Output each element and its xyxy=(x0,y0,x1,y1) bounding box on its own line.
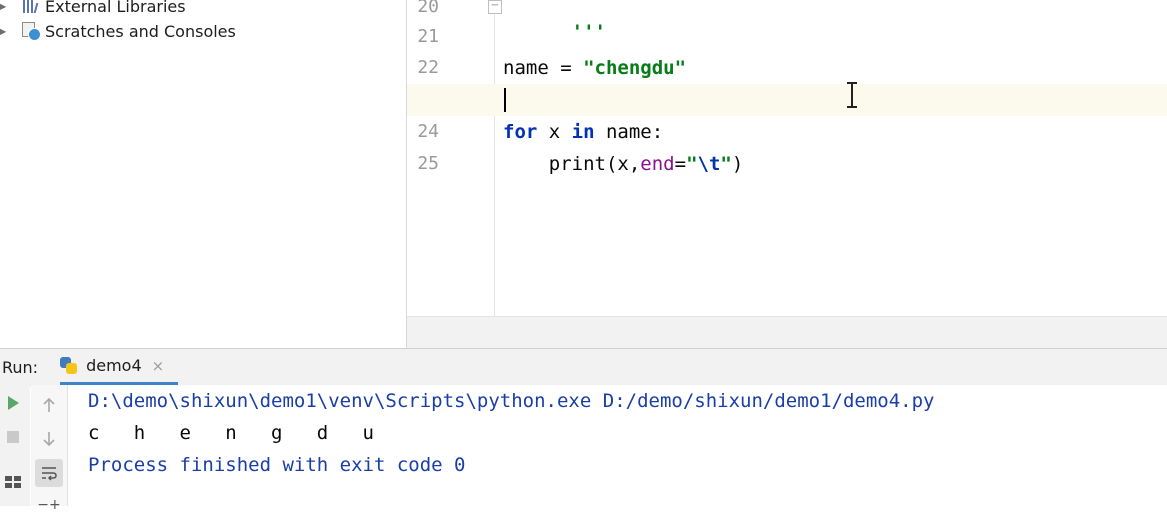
code-token: \t xyxy=(697,153,721,175)
run-toolbar xyxy=(0,385,30,506)
line-number: 25 xyxy=(417,153,439,174)
layout-icon xyxy=(5,476,21,488)
soft-wrap-icon xyxy=(42,467,57,481)
code-token: name xyxy=(503,57,549,79)
plus-icon: −+ xyxy=(37,497,61,513)
code-token: "chengdu" xyxy=(583,57,687,79)
stop-icon xyxy=(7,431,19,443)
console-exit-line: Process finished with exit code 0 xyxy=(88,454,466,476)
code-line-25: print(x,end="\t") xyxy=(503,148,744,180)
arrow-down-icon xyxy=(43,432,55,447)
line-number: 21 xyxy=(417,26,439,47)
tree-item-label: External Libraries xyxy=(45,0,186,16)
close-icon[interactable]: × xyxy=(152,357,165,375)
run-label: Run: xyxy=(2,357,39,377)
run-tab-label: demo4 xyxy=(86,356,142,375)
python-icon xyxy=(60,356,78,375)
scroll-up-button[interactable] xyxy=(37,393,61,417)
code-token: end xyxy=(640,153,675,175)
text-caret xyxy=(504,88,506,112)
code-token: = xyxy=(548,57,584,79)
tree-item-label: Scratches and Consoles xyxy=(45,21,236,41)
code-token: " xyxy=(720,153,732,175)
more-button[interactable]: −+ xyxy=(37,493,61,517)
code-token: " xyxy=(686,153,698,175)
code-token: x xyxy=(537,121,572,143)
tree-item-scratches[interactable]: ▶ Scratches and Consoles xyxy=(0,19,236,43)
code-token: name: xyxy=(594,121,664,143)
arrow-up-icon xyxy=(43,397,55,412)
code-token: = xyxy=(674,153,687,175)
code-line-22: name = "chengdu" xyxy=(503,52,686,84)
docstring-end: ''' xyxy=(571,21,606,43)
console-output-line: c h e n g d u xyxy=(88,422,374,444)
run-tab-demo4[interactable]: demo4 × xyxy=(60,349,179,385)
layout-button[interactable] xyxy=(1,469,25,493)
code-line-20: ''' xyxy=(503,0,606,43)
scratches-icon xyxy=(21,22,41,41)
rerun-button[interactable] xyxy=(1,391,25,415)
code-line-24: for x in name: xyxy=(503,116,663,148)
code-token: print(x, xyxy=(548,153,641,175)
soft-wrap-button[interactable] xyxy=(35,459,63,487)
console-toolbar: −+ xyxy=(31,385,68,512)
code-token: in xyxy=(571,121,595,143)
play-icon xyxy=(8,396,19,410)
scroll-down-button[interactable] xyxy=(37,427,61,451)
editor-horizontal-scrollbar[interactable] xyxy=(407,316,1167,349)
console-command-line: D:\demo\shixun\demo1\venv\Scripts\python… xyxy=(88,390,935,412)
code-editor[interactable]: 20 21 22 23 24 25 − ''' name = "chengdu"… xyxy=(407,0,1167,349)
line-number: 22 xyxy=(417,57,439,78)
chevron-right-icon[interactable]: ▶ xyxy=(0,0,11,13)
stop-button[interactable] xyxy=(1,425,25,449)
library-icon xyxy=(21,0,41,15)
code-area[interactable]: ''' name = "chengdu" for x in name: prin… xyxy=(495,0,1167,316)
tree-item-external-libraries[interactable]: ▶ External Libraries xyxy=(0,0,186,18)
line-number-gutter: 20 21 22 23 24 25 − xyxy=(407,0,502,316)
code-token: for xyxy=(503,121,538,143)
line-number: 20 xyxy=(417,0,439,17)
line-number: 24 xyxy=(417,121,439,142)
run-tool-window-header: Run: demo4 × xyxy=(0,348,1167,386)
chevron-right-icon[interactable]: ▶ xyxy=(0,24,11,38)
project-panel: ▶ External Libraries ▶ Scratches and Con… xyxy=(0,0,407,348)
run-console[interactable]: D:\demo\shixun\demo1\venv\Scripts\python… xyxy=(68,385,1167,506)
code-token: ) xyxy=(731,153,744,175)
ibeam-cursor-icon xyxy=(847,82,857,108)
